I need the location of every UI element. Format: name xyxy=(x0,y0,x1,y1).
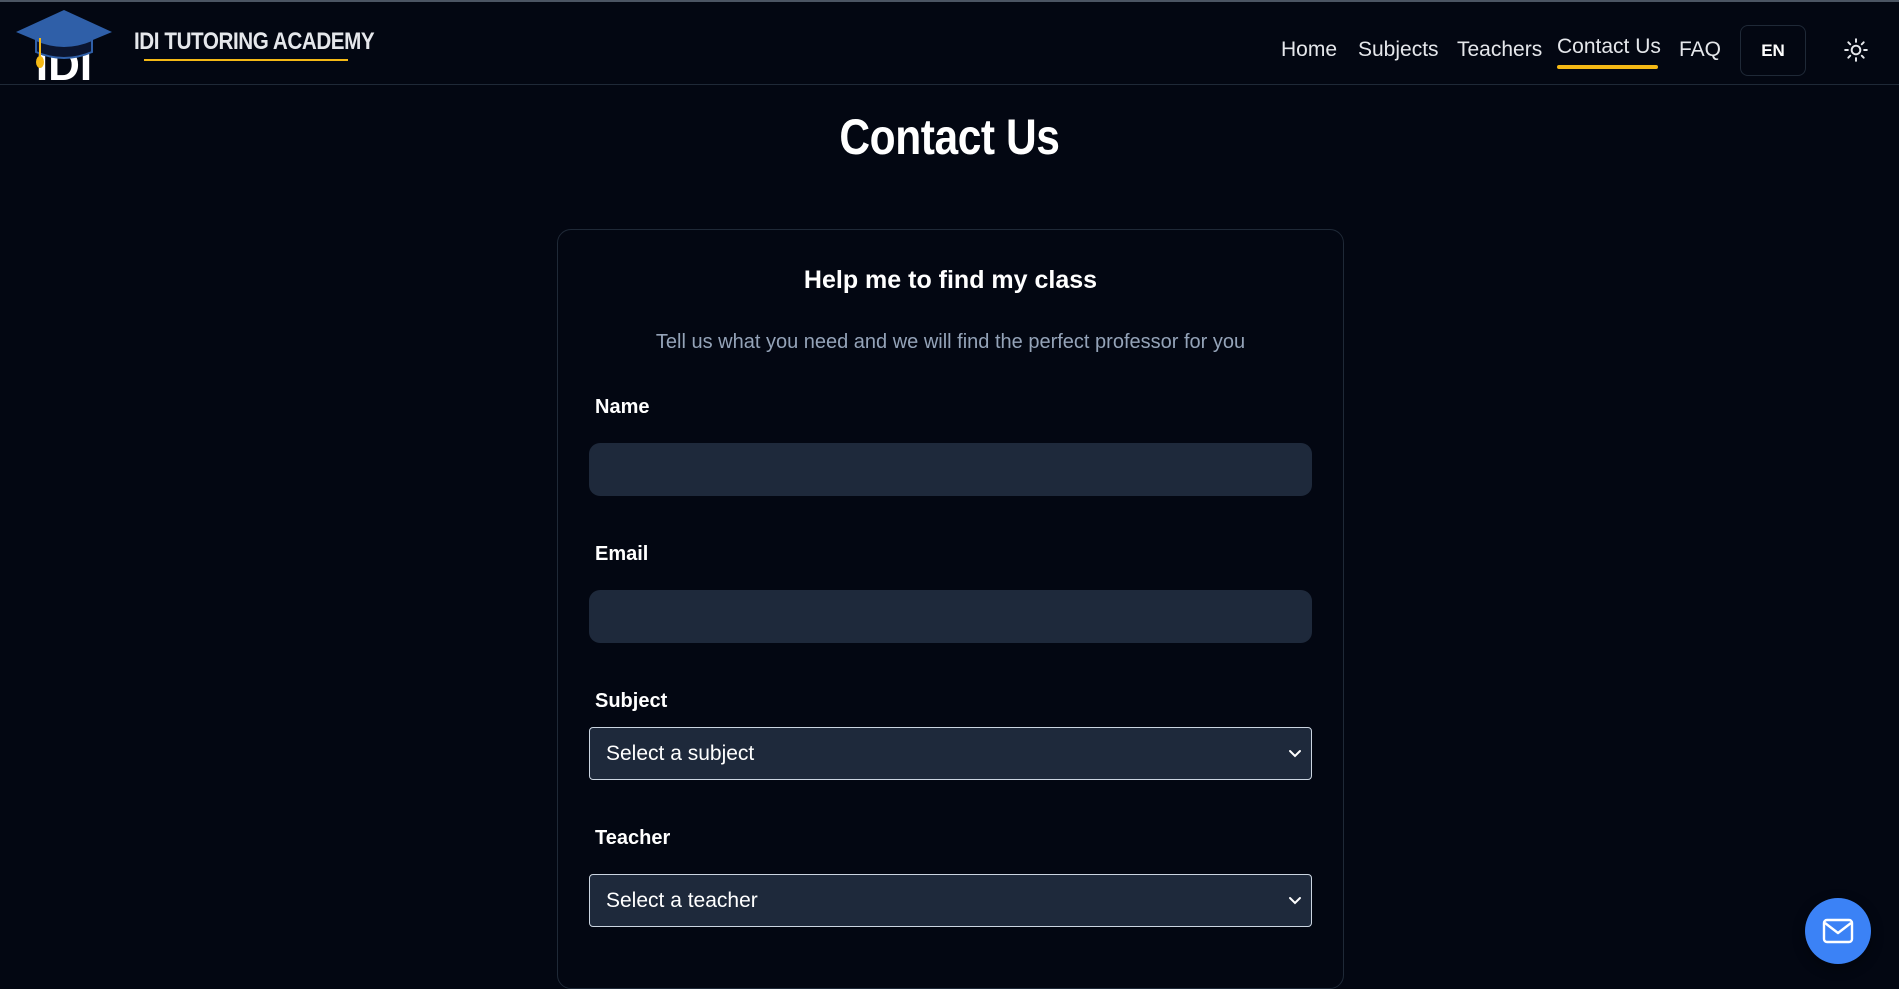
nav-faq[interactable]: FAQ xyxy=(1679,38,1721,62)
brand-name[interactable]: IDI TUTORING ACADEMY xyxy=(134,28,375,56)
theme-toggle-button[interactable] xyxy=(1840,34,1872,66)
mail-icon xyxy=(1822,918,1854,944)
site-header: IDI IDI TUTORING ACADEMY Home Subjects T… xyxy=(0,2,1899,85)
academy-logo[interactable]: IDI xyxy=(14,8,116,84)
chevron-down-icon xyxy=(1289,750,1301,758)
nav-contact-us[interactable]: Contact Us xyxy=(1557,35,1661,59)
teacher-label: Teacher xyxy=(595,827,671,849)
sun-icon xyxy=(1844,38,1868,62)
nav-home[interactable]: Home xyxy=(1281,38,1337,62)
name-input[interactable] xyxy=(589,443,1312,496)
contact-mail-button[interactable] xyxy=(1805,898,1871,964)
page-title: Contact Us xyxy=(839,109,1060,165)
teacher-selected-value: Select a teacher xyxy=(606,889,758,912)
contact-form-card: Help me to find my class Tell us what yo… xyxy=(557,229,1344,989)
nav-active-indicator xyxy=(1557,65,1658,69)
nav-subjects[interactable]: Subjects xyxy=(1358,38,1439,62)
form-subtitle: Tell us what you need and we will find t… xyxy=(655,331,1246,353)
chevron-down-icon xyxy=(1289,897,1301,905)
name-label: Name xyxy=(595,396,650,418)
email-input[interactable] xyxy=(589,590,1312,643)
teacher-select[interactable]: Select a teacher xyxy=(589,874,1312,927)
form-title: Help me to find my class xyxy=(803,266,1098,294)
subject-select[interactable]: Select a subject xyxy=(589,727,1312,780)
language-button[interactable]: EN xyxy=(1740,25,1806,76)
subject-selected-value: Select a subject xyxy=(606,742,755,765)
email-label: Email xyxy=(595,543,649,565)
brand-underline xyxy=(144,59,348,61)
subject-label: Subject xyxy=(595,690,668,712)
nav-teachers[interactable]: Teachers xyxy=(1457,38,1542,62)
